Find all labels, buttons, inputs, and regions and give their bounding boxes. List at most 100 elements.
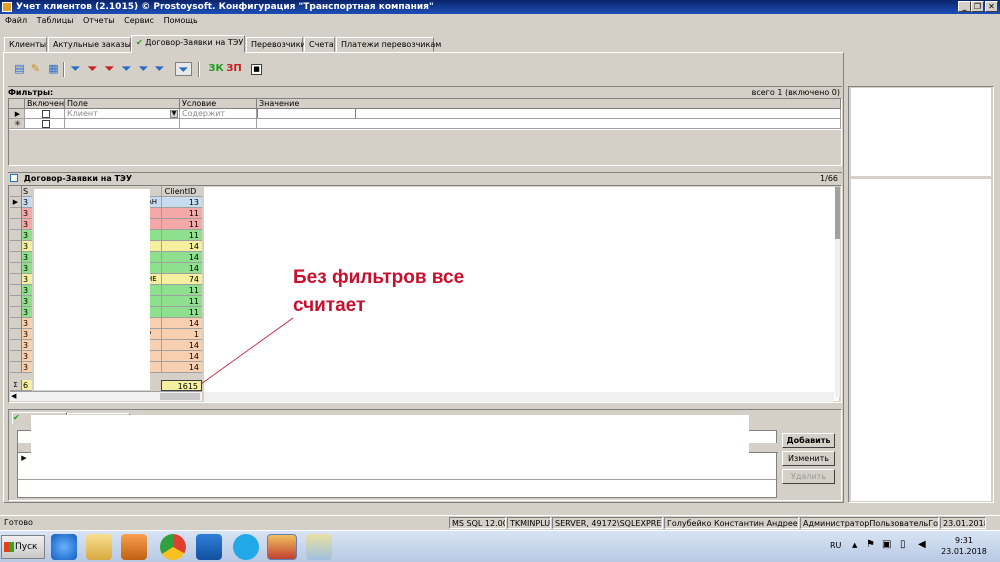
new-filter-field[interactable] (65, 119, 180, 129)
app-taskbar-icon[interactable] (267, 534, 297, 560)
tab-actual-orders[interactable]: Актульные заказы (48, 37, 131, 52)
app-icon (2, 2, 12, 12)
start-button[interactable]: Пуск (1, 535, 45, 559)
menu-reports[interactable]: Отчеты (83, 16, 115, 25)
export-icon[interactable]: ■ (251, 64, 262, 75)
cell-first[interactable]: 3 (22, 263, 32, 274)
tab-contracts[interactable]: ✔ Договор-Заявки на ТЭУ (131, 35, 245, 53)
cell-first[interactable]: 3 (22, 340, 32, 351)
clock[interactable]: 9:31 23.01.2018 (938, 535, 990, 557)
grid-col-first[interactable]: S (22, 186, 32, 197)
filter-value-editor[interactable] (257, 109, 356, 118)
edit-pencil-icon[interactable]: ✎ (29, 62, 42, 76)
language-indicator[interactable]: RU (830, 541, 841, 550)
filter-edit-icon[interactable]: ⏷ (153, 62, 166, 76)
annotation-arrow (200, 317, 294, 385)
new-filter-condition[interactable] (180, 119, 257, 129)
paint-icon[interactable] (306, 534, 332, 560)
grid-col-clientid[interactable]: ClientID (161, 186, 202, 197)
cell-first[interactable]: 3 (22, 208, 32, 219)
cell-clientid[interactable]: 11 (161, 285, 202, 296)
menu-tables[interactable]: Таблицы (37, 16, 74, 25)
skype-icon[interactable] (233, 534, 259, 560)
cell-first[interactable]: 3 (22, 230, 32, 241)
cell-first[interactable]: 3 (22, 285, 32, 296)
grid-vscrollbar[interactable] (835, 187, 840, 397)
filter-add-icon[interactable]: ⏷ (137, 62, 150, 76)
edit-button[interactable]: Изменить (782, 451, 835, 466)
tab-carrier-payments[interactable]: Платежи перевозчикам (336, 37, 441, 52)
row-indicator (10, 329, 22, 340)
power-icon[interactable]: ▯ (900, 539, 906, 550)
grid-title: Договор-Заявки на ТЭУ (23, 174, 133, 183)
filter-refresh-icon[interactable]: ⏷ (120, 62, 133, 76)
filters-grid: Включен Поле Условие Значение ▶ Клиент ▼… (8, 98, 842, 166)
filter-enabled-checkbox[interactable] (25, 109, 65, 119)
menu-file[interactable]: Файл (5, 16, 27, 25)
cell-clientid[interactable]: 14 (161, 263, 202, 274)
outlook-icon[interactable] (196, 534, 222, 560)
right-panel-top (851, 88, 991, 176)
menu-service[interactable]: Сервис (124, 16, 154, 25)
cell-clientid[interactable]: 14 (161, 241, 202, 252)
cell-clientid[interactable]: 13 (161, 197, 202, 208)
cell-clientid[interactable]: 14 (161, 252, 202, 263)
filter-clear-icon[interactable]: ⏷ (86, 62, 99, 76)
tab-clients[interactable]: Клиенты (4, 37, 47, 52)
cell-first[interactable]: 3 (22, 307, 32, 318)
lower-panel: ✔ ▶ (8, 409, 842, 501)
delete-button[interactable]: Удалить (782, 469, 835, 484)
network-icon[interactable]: ▣ (882, 539, 891, 550)
filter-delete-icon[interactable]: ⏷ (103, 62, 116, 76)
status-server: SERVER, 49172\SQLEXPRESS (552, 517, 663, 529)
cell-first[interactable]: 3 (22, 329, 32, 340)
close-button[interactable]: ✕ (985, 1, 998, 12)
grid-hscrollbar[interactable]: ◀ (10, 391, 202, 401)
zp-button[interactable]: ЗП (226, 62, 242, 76)
cell-clientid[interactable]: 74 (161, 274, 202, 285)
grid-right-hscrollbar[interactable] (204, 392, 834, 402)
media-player-icon[interactable] (121, 534, 147, 560)
cell-first[interactable]: 3 (22, 241, 32, 252)
arrow-left-icon[interactable]: ◀ (11, 392, 16, 401)
cell-clientid[interactable]: 11 (161, 230, 202, 241)
new-filter-value[interactable] (257, 119, 841, 129)
flag-icon[interactable]: ⚑ (866, 539, 875, 550)
filter-toggle-icon[interactable]: ⏷ (175, 62, 192, 76)
filter-condition-field[interactable]: Содержит (180, 109, 257, 119)
save-icon[interactable]: ▤ (13, 62, 26, 76)
grid-hscroll-thumb[interactable] (160, 393, 200, 400)
new-filter-checkbox[interactable] (25, 119, 65, 129)
chrome-icon[interactable] (160, 534, 186, 560)
zk-button[interactable]: ЗК (208, 62, 224, 76)
cell-clientid[interactable]: 11 (161, 208, 202, 219)
cell-first[interactable]: 3 (22, 252, 32, 263)
cell-first[interactable]: 3 (22, 362, 32, 373)
restore-button[interactable]: ❐ (971, 1, 984, 12)
filter-icon[interactable]: ⏷ (69, 62, 82, 76)
checkbox-icon (41, 110, 50, 118)
filter-field-select[interactable]: Клиент ▼ (65, 109, 180, 119)
cell-clientid[interactable]: 11 (161, 219, 202, 230)
volume-icon[interactable]: ◀ (918, 539, 926, 550)
cell-first[interactable]: 3 (22, 219, 32, 230)
grid-corner (10, 186, 22, 197)
menu-help[interactable]: Помощь (164, 16, 198, 25)
tab-carriers[interactable]: Перевозчики (246, 37, 306, 52)
cell-first[interactable]: 3 (22, 318, 32, 329)
filter-value-input[interactable] (257, 109, 841, 119)
chevron-down-icon[interactable]: ▼ (170, 110, 178, 118)
table-icon[interactable]: ▦ (47, 62, 60, 76)
cell-first[interactable]: 3 (22, 197, 32, 208)
explorer-icon[interactable] (86, 534, 112, 560)
minimize-button[interactable]: _ (958, 1, 971, 12)
tab-invoices[interactable]: Счета (304, 37, 335, 52)
cell-first[interactable]: 3 (22, 296, 32, 307)
cell-first[interactable]: 3 (22, 351, 32, 362)
window-title-bar: Учет клиентов (2.1015) © Prostoysoft. Ко… (0, 0, 1000, 14)
cell-first[interactable]: 3 (22, 274, 32, 285)
grid-vscroll-thumb[interactable] (835, 187, 840, 239)
add-button[interactable]: Добавить (782, 433, 835, 448)
tray-arrow-icon[interactable]: ▲ (852, 541, 857, 549)
ie-icon[interactable] (51, 534, 77, 560)
